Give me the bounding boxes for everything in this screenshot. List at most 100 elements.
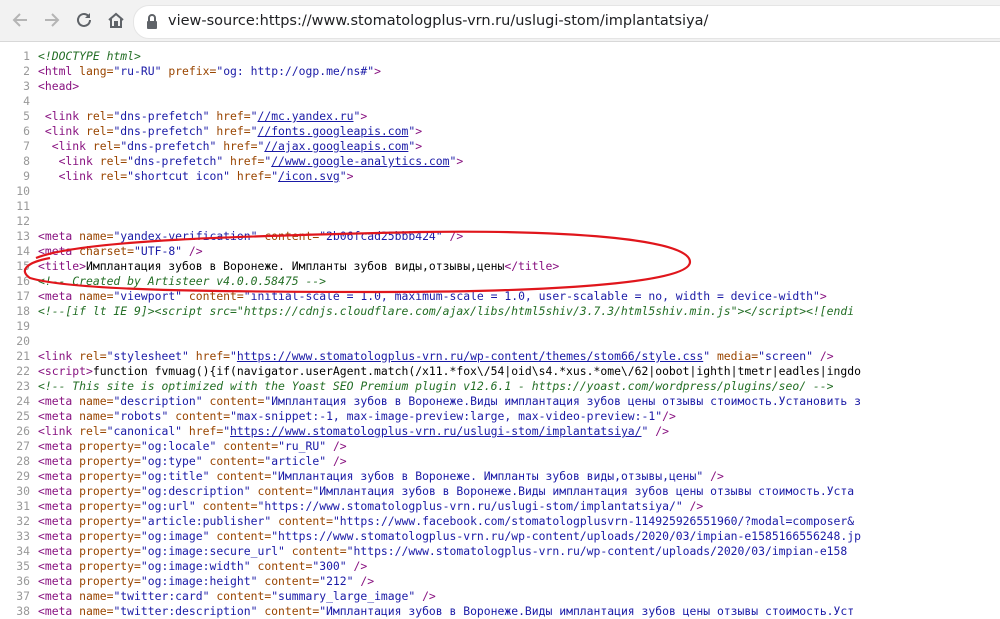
line-code: <link rel="dns-prefetch" href="//www.goo… [58,154,464,168]
line-number: 29 [16,469,30,483]
line-number: 14 [16,244,30,258]
line-code: <meta property="og:title" content="Импла… [38,469,724,483]
source-line: 8 <link rel="dns-prefetch" href="//www.g… [0,154,1000,169]
line-number: 23 [16,379,30,393]
line-number: 8 [23,154,30,168]
home-icon[interactable] [100,4,132,36]
line-number: 4 [23,94,30,108]
line-number: 24 [16,394,30,408]
source-line: 22 <script>function fvmuag(){if(navigator… [0,364,1000,379]
line-number: 3 [23,79,30,93]
line-code: <link rel="dns-prefetch" href="//mc.yand… [44,109,368,123]
line-code: <link rel="canonical" href="https://www.… [38,424,669,438]
source-line: 30 <meta property="og:description" conten… [0,484,1000,499]
line-code: <meta name="robots" content="max-snippet… [38,409,676,423]
line-code: <meta name="twitter:description" content… [38,604,855,618]
source-line: 18 <!--[if lt IE 9]><script src="https://… [0,304,1000,319]
source-line: 26 <link rel="canonical" href="https://ww… [0,424,1000,439]
source-line: 7 <link rel="dns-prefetch" href="//ajax.… [0,139,1000,154]
line-code: <html lang="ru-RU" prefix="og: http://og… [38,64,381,78]
line-code: <meta name="viewport" content="initial-s… [38,289,827,303]
line-number: 30 [16,484,30,498]
source-line: 17 <meta name="viewport" content="initial… [0,289,1000,304]
line-code: <link rel="shortcut icon" href="/icon.sv… [58,169,354,183]
line-code: <meta property="og:image:width" content=… [38,559,368,573]
source-line: 16 <!-- Created by Artisteer v4.0.0.58475… [0,274,1000,289]
line-number: 17 [16,289,30,303]
line-number: 25 [16,409,30,423]
line-number: 36 [16,574,30,588]
line-number: 16 [16,274,30,288]
line-number: 31 [16,499,30,513]
line-code: <meta property="og:url" content="https:/… [38,499,704,513]
line-number: 34 [16,544,30,558]
line-number: 11 [16,199,30,213]
source-line: 24 <meta name="description" content="Импл… [0,394,1000,409]
source-line: 9 <link rel="shortcut icon" href="/icon.… [0,169,1000,184]
line-number: 21 [16,349,30,363]
source-line: 14 <meta charset="UTF-8" /> [0,244,1000,259]
line-code: <meta name="yandex-verification" content… [38,229,464,243]
source-line: 36 <meta property="og:image:height" conte… [0,574,1000,589]
source-line: 11 [0,199,1000,214]
source-line: 20 [0,334,1000,349]
line-number: 12 [16,214,30,228]
line-number: 19 [16,319,30,333]
address-bar[interactable]: view-source:https://www.stomatologplus-v… [133,5,1000,39]
source-line: 27 <meta property="og:locale" content="ru… [0,439,1000,454]
source-line: 25 <meta name="robots" content="max-snipp… [0,409,1000,424]
line-number: 15 [16,259,30,273]
line-number: 9 [23,169,30,183]
line-number: 38 [16,604,30,618]
source-line: 31 <meta property="og:url" content="https… [0,499,1000,514]
line-code: <meta property="og:type" content="articl… [38,454,347,468]
source-code-view: 1 <!DOCTYPE html> 2 <html lang="ru-RU" pref… [0,49,1000,619]
line-code: <meta charset="UTF-8" /> [38,244,203,258]
line-code: <meta property="og:image:height" content… [38,574,375,588]
source-line: 15 <title>Имплантация зубов в Воронеже. И… [0,259,1000,274]
source-line: 38 <meta name="twitter:description" conte… [0,604,1000,619]
source-line: 21 <link rel="stylesheet" href="https://w… [0,349,1000,364]
line-number: 13 [16,229,30,243]
line-code: <link rel="stylesheet" href="https://www… [38,349,834,363]
source-line: 4 [0,94,1000,109]
source-line: 37 <meta name="twitter:card" content="sum… [0,589,1000,604]
line-code: <link rel="dns-prefetch" href="//fonts.g… [44,124,423,138]
line-number: 33 [16,529,30,543]
line-number: 22 [16,364,30,378]
line-code: <!--[if lt IE 9]><script src="https://cd… [38,304,855,318]
line-number: 18 [16,304,30,318]
line-number: 10 [16,184,30,198]
line-number: 2 [23,64,30,78]
line-number: 35 [16,559,30,573]
source-line: 35 <meta property="og:image:width" conten… [0,559,1000,574]
line-number: 26 [16,424,30,438]
line-number: 27 [16,439,30,453]
source-line: 28 <meta property="og:type" content="arti… [0,454,1000,469]
line-number: 1 [23,49,30,63]
back-arrow-icon[interactable] [4,4,36,36]
source-line: 34 <meta property="og:image:secure_url" c… [0,544,1000,559]
line-code: <head> [38,79,80,93]
line-code: <meta property="og:locale" content="ru_R… [38,439,347,453]
source-line: 19 [0,319,1000,334]
source-line: 12 [0,214,1000,229]
line-number: 37 [16,589,30,603]
browser-toolbar: view-source:https://www.stomatologplus-v… [0,0,1000,42]
line-code: <meta property="og:image" content="https… [38,529,861,543]
source-line: 29 <meta property="og:title" content="Имп… [0,469,1000,484]
line-number: 20 [16,334,30,348]
reload-icon[interactable] [68,4,100,36]
line-number: 32 [16,514,30,528]
line-code: <script>function fvmuag(){if(navigator.u… [38,364,861,378]
line-code: <link rel="dns-prefetch" href="//ajax.go… [51,139,423,153]
source-line: 1 <!DOCTYPE html> [0,49,1000,64]
line-number: 28 [16,454,30,468]
source-line: 5 <link rel="dns-prefetch" href="//mc.ya… [0,109,1000,124]
source-line: 32 <meta property="article:publisher" con… [0,514,1000,529]
lock-icon [144,13,160,31]
url-text: view-source:https://www.stomatologplus-v… [168,13,709,29]
line-code: <meta name="twitter:card" content="summa… [38,589,436,603]
forward-arrow-icon[interactable] [36,4,68,36]
line-number: 5 [23,109,30,123]
